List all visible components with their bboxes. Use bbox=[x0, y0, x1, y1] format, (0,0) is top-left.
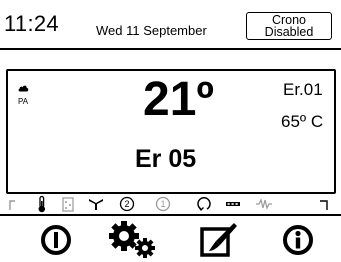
bottom-divider bbox=[0, 214, 341, 216]
circulation-icon bbox=[197, 197, 211, 212]
settings-button[interactable] bbox=[92, 217, 172, 262]
heater-icon bbox=[256, 198, 272, 210]
info-button[interactable] bbox=[258, 217, 338, 262]
stage-1-number: 1 bbox=[160, 199, 165, 209]
secondary-temperature: 65º C bbox=[281, 112, 324, 131]
mode-label: PA bbox=[18, 97, 29, 106]
power-icon bbox=[41, 224, 71, 255]
error-display: Er 05 bbox=[135, 145, 197, 173]
stage-2-number: 2 bbox=[124, 199, 129, 209]
power-button[interactable] bbox=[16, 217, 96, 262]
gears-icon bbox=[109, 220, 155, 258]
main-temperature: 21º bbox=[143, 73, 214, 126]
crono-status-button[interactable]: Crono Disabled bbox=[246, 12, 332, 40]
info-icon bbox=[283, 224, 313, 255]
clock-time: 11:24 bbox=[4, 11, 59, 36]
fan-icon bbox=[89, 199, 103, 210]
right-arrow-icon bbox=[320, 200, 328, 210]
tank-icon bbox=[62, 197, 74, 212]
left-arrow-icon bbox=[9, 200, 15, 210]
stage-2-icon: 2 bbox=[119, 196, 135, 212]
status-icon-strip: 2 1 bbox=[9, 195, 328, 213]
key-icon bbox=[226, 202, 240, 206]
date-label: Wed 11 September bbox=[96, 23, 207, 38]
top-divider bbox=[0, 48, 341, 50]
thermometer-icon bbox=[38, 195, 46, 213]
stage-1-icon: 1 bbox=[155, 196, 171, 212]
cloud-icon bbox=[18, 79, 29, 97]
error-code-label: Er.01 bbox=[283, 80, 323, 99]
edit-icon bbox=[200, 222, 237, 257]
crono-state-label: Disabled bbox=[264, 25, 314, 39]
edit-button[interactable] bbox=[178, 217, 258, 262]
